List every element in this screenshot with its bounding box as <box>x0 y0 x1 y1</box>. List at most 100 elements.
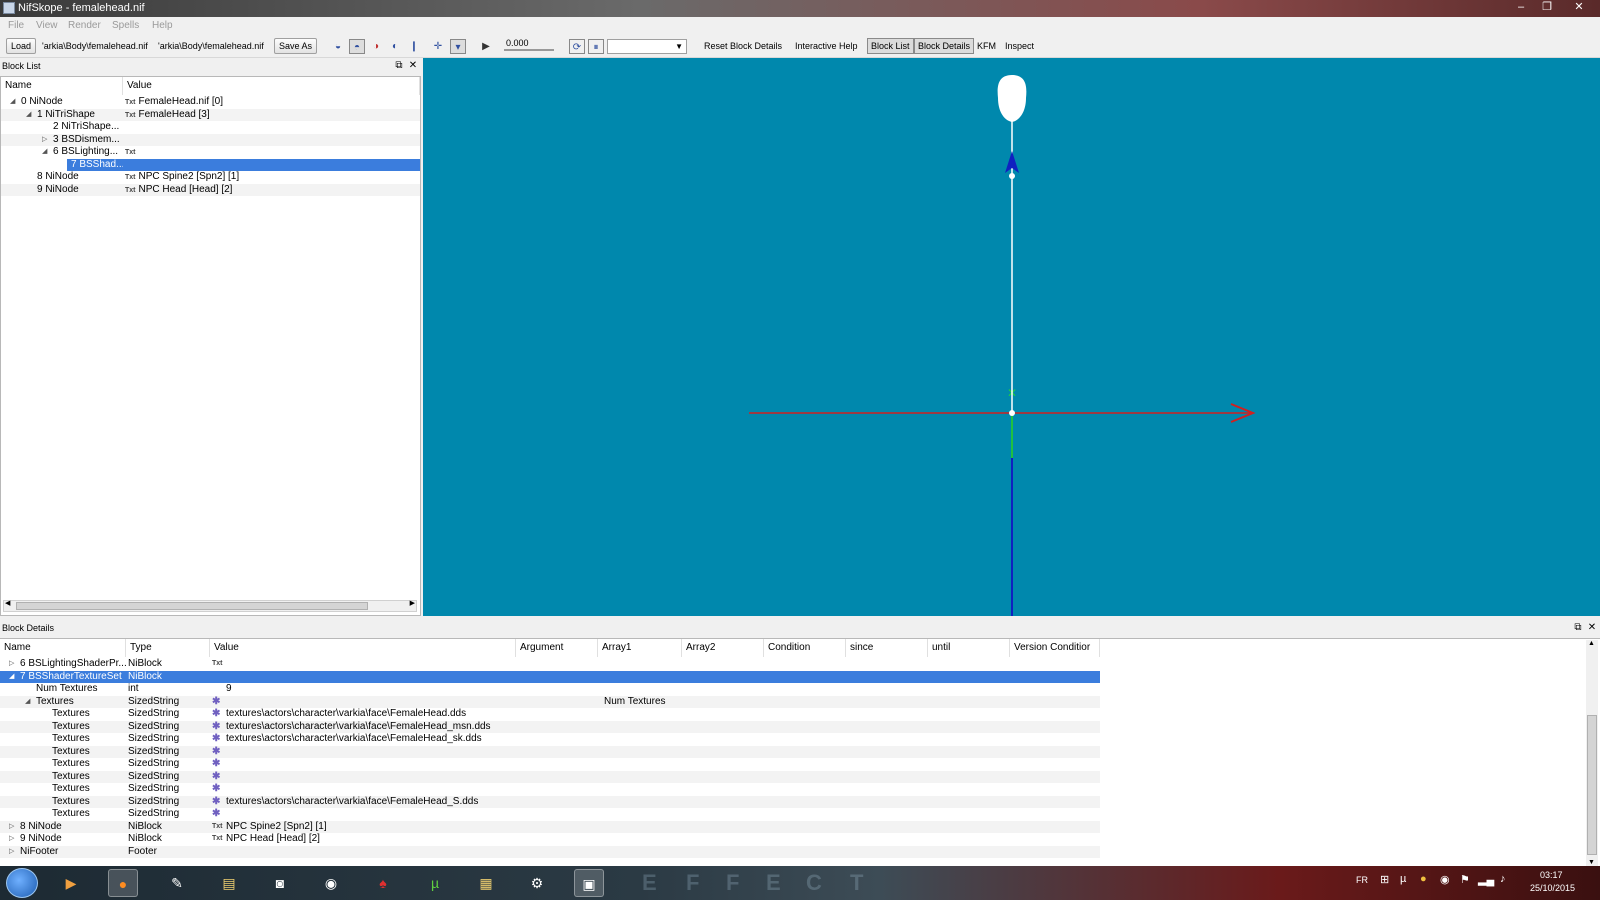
column-header-until[interactable]: until <box>928 639 1010 657</box>
undock-icon[interactable]: ⧉ <box>1572 620 1584 636</box>
close-button[interactable]: ✕ <box>1568 0 1590 15</box>
animation-select[interactable]: ▼ <box>607 39 687 54</box>
kfm-button[interactable]: KFM <box>977 39 996 54</box>
scroll-right-icon[interactable]: ▶ <box>410 599 415 607</box>
axes-icon[interactable]: ✛ <box>430 39 446 54</box>
column-header-condition[interactable]: Condition <box>764 639 846 657</box>
view-dropdown-icon[interactable]: ▾ <box>450 39 466 54</box>
media-player-icon[interactable]: ▶ <box>56 869 86 897</box>
play-icon[interactable]: ▶ <box>478 39 494 54</box>
scrollbar-thumb[interactable] <box>1587 715 1597 855</box>
reset-block-details-button[interactable]: Reset Block Details <box>704 39 782 54</box>
undock-icon[interactable]: ⧉ <box>393 58 405 74</box>
expand-arrow-icon[interactable]: ◢ <box>10 96 15 108</box>
menu-spells[interactable]: Spells <box>112 20 139 31</box>
shaded-view-icon[interactable]: ◓ <box>349 39 365 54</box>
column-header-array1[interactable]: Array1 <box>598 639 682 657</box>
settings-icon[interactable]: ⚙ <box>522 869 552 897</box>
switch-icon[interactable]: ⏸ <box>588 39 604 54</box>
lighting-icon[interactable]: ❙ <box>406 39 422 54</box>
detail-row[interactable]: Textures SizedString ✱ <box>0 783 1100 796</box>
column-header-name[interactable]: Name <box>1 77 123 95</box>
time-slider[interactable] <box>504 49 554 51</box>
detail-row[interactable]: Textures SizedString ✱ <box>0 745 1100 758</box>
clock-date[interactable]: 25/10/2015 <box>1530 883 1575 893</box>
expand-arrow-icon[interactable]: ▷ <box>9 833 14 846</box>
expand-arrow-icon[interactable]: ▷ <box>9 658 14 671</box>
render-viewport[interactable]: ✕ <box>423 58 1600 616</box>
view-mode-icon[interactable]: ◒ <box>330 39 346 54</box>
column-header-value[interactable]: Value <box>210 639 516 657</box>
utorrent-icon[interactable]: µ <box>420 869 450 897</box>
maximize-button[interactable]: ❐ <box>1536 0 1558 15</box>
minimize-button[interactable]: – <box>1510 0 1532 15</box>
detail-row[interactable]: Textures SizedString ✱ textures\actors\char… <box>0 708 1100 721</box>
expand-arrow-icon[interactable]: ◢ <box>26 109 31 121</box>
detail-row[interactable]: Num Textures int 9 <box>0 683 1100 696</box>
tree-row[interactable]: 7 BSShad... <box>1 158 420 171</box>
tree-row[interactable]: 8 NiNode Txt NPC Spine2 [Spn2] [1] <box>1 171 420 183</box>
expand-arrow-icon[interactable]: ▷ <box>9 846 14 859</box>
menu-view[interactable]: View <box>36 20 58 31</box>
adobe-icon[interactable]: ♠ <box>368 869 398 897</box>
tree-row[interactable]: ◢ 0 NiNode Txt FemaleHead.nif [0] <box>1 96 420 108</box>
tree-row[interactable]: 9 NiNode Txt NPC Head [Head] [2] <box>1 183 420 196</box>
save-as-button[interactable]: Save As <box>274 38 318 54</box>
load-path-field[interactable]: 'arkia\Body\femalehead.nif <box>42 39 154 54</box>
menu-help[interactable]: Help <box>152 20 173 31</box>
detail-row[interactable]: Textures SizedString ✱ textures\actors\char… <box>0 733 1100 746</box>
block-list-toggle[interactable]: Block List <box>867 38 914 54</box>
detail-row[interactable]: Textures SizedString ✱ <box>0 808 1100 821</box>
flag-icon[interactable]: ⚑ <box>1460 873 1470 886</box>
network-icon[interactable]: ▂▄ <box>1478 873 1494 886</box>
scroll-down-icon[interactable]: ▼ <box>1588 859 1595 866</box>
expand-arrow-icon[interactable]: ◢ <box>42 146 47 158</box>
detail-row[interactable]: ◢ Textures SizedString ✱ Num Textures <box>0 695 1100 709</box>
tool-icon[interactable]: ✎ <box>162 869 192 897</box>
game-manager-icon[interactable]: ▦ <box>471 869 501 897</box>
expand-arrow-icon[interactable]: ▷ <box>9 821 14 834</box>
expand-arrow-icon[interactable]: ◢ <box>25 696 30 709</box>
tree-row[interactable]: ◢ 1 NiTriShape Txt FemaleHead [3] <box>1 108 420 121</box>
expand-arrow-icon[interactable]: ▷ <box>42 134 47 146</box>
vertical-scrollbar[interactable]: ▲ ▼ <box>1586 640 1598 866</box>
firefox-icon[interactable]: ● <box>108 869 138 897</box>
inspect-button[interactable]: Inspect <box>1005 39 1034 54</box>
loop-icon[interactable]: ⟳ <box>569 39 585 54</box>
detail-row[interactable]: Textures SizedString ✱ textures\actors\char… <box>0 795 1100 808</box>
clock-time[interactable]: 03:17 <box>1540 870 1563 880</box>
column-header-array2[interactable]: Array2 <box>682 639 764 657</box>
scroll-up-icon[interactable]: ▲ <box>1588 640 1595 647</box>
column-header-type[interactable]: Type <box>126 639 210 657</box>
tree-row[interactable]: ▷ 3 BSDismem... <box>1 133 420 146</box>
interactive-help-button[interactable]: Interactive Help <box>795 39 858 54</box>
detail-row[interactable]: Textures SizedString ✱ <box>0 758 1100 771</box>
block-details-table[interactable]: Name Type Value Argument Array1 Array2 C… <box>0 638 1600 866</box>
steam-tray-icon[interactable]: ◉ <box>1440 873 1450 886</box>
scrollbar-thumb[interactable] <box>16 602 368 610</box>
start-button[interactable] <box>6 868 38 898</box>
nifskope-taskbar-icon[interactable]: ▣ <box>574 869 604 897</box>
tree-row[interactable]: 2 NiTriShape... <box>1 121 420 133</box>
column-header-version-condition[interactable]: Version Conditior <box>1010 639 1100 657</box>
column-header-name[interactable]: Name <box>0 639 126 657</box>
column-header-since[interactable]: since <box>846 639 928 657</box>
detail-row[interactable]: ◢ 7 BSShaderTextureSet NiBlock <box>0 670 1100 684</box>
detail-row[interactable]: ▷ 6 BSLightingShaderPr... NiBlock Txt <box>0 658 1100 671</box>
window-title-bar[interactable]: NifSkope - femalehead.nif – ❐ ✕ <box>0 0 1600 17</box>
column-header-argument[interactable]: Argument <box>516 639 598 657</box>
detail-row[interactable]: ▷ NiFooter Footer <box>0 845 1100 859</box>
camera-icon[interactable]: ◙ <box>265 869 295 897</box>
tree-row[interactable]: ◢ 6 BSLighting... Txt <box>1 146 420 158</box>
language-indicator[interactable]: FR <box>1356 875 1368 885</box>
expand-arrow-icon[interactable]: ◢ <box>9 671 14 684</box>
detail-row[interactable]: Textures SizedString ✱ <box>0 770 1100 783</box>
close-icon[interactable]: ✕ <box>407 58 419 74</box>
column-header-value[interactable]: Value <box>123 77 420 95</box>
load-button[interactable]: Load <box>6 38 37 54</box>
texture-view-icon[interactable]: ◑ <box>368 39 384 54</box>
file-explorer-icon[interactable]: ▤ <box>214 869 244 897</box>
menu-file[interactable]: File <box>8 20 24 31</box>
horizontal-scrollbar[interactable]: ◀ ▶ <box>3 600 417 612</box>
scroll-left-icon[interactable]: ◀ <box>5 599 10 607</box>
